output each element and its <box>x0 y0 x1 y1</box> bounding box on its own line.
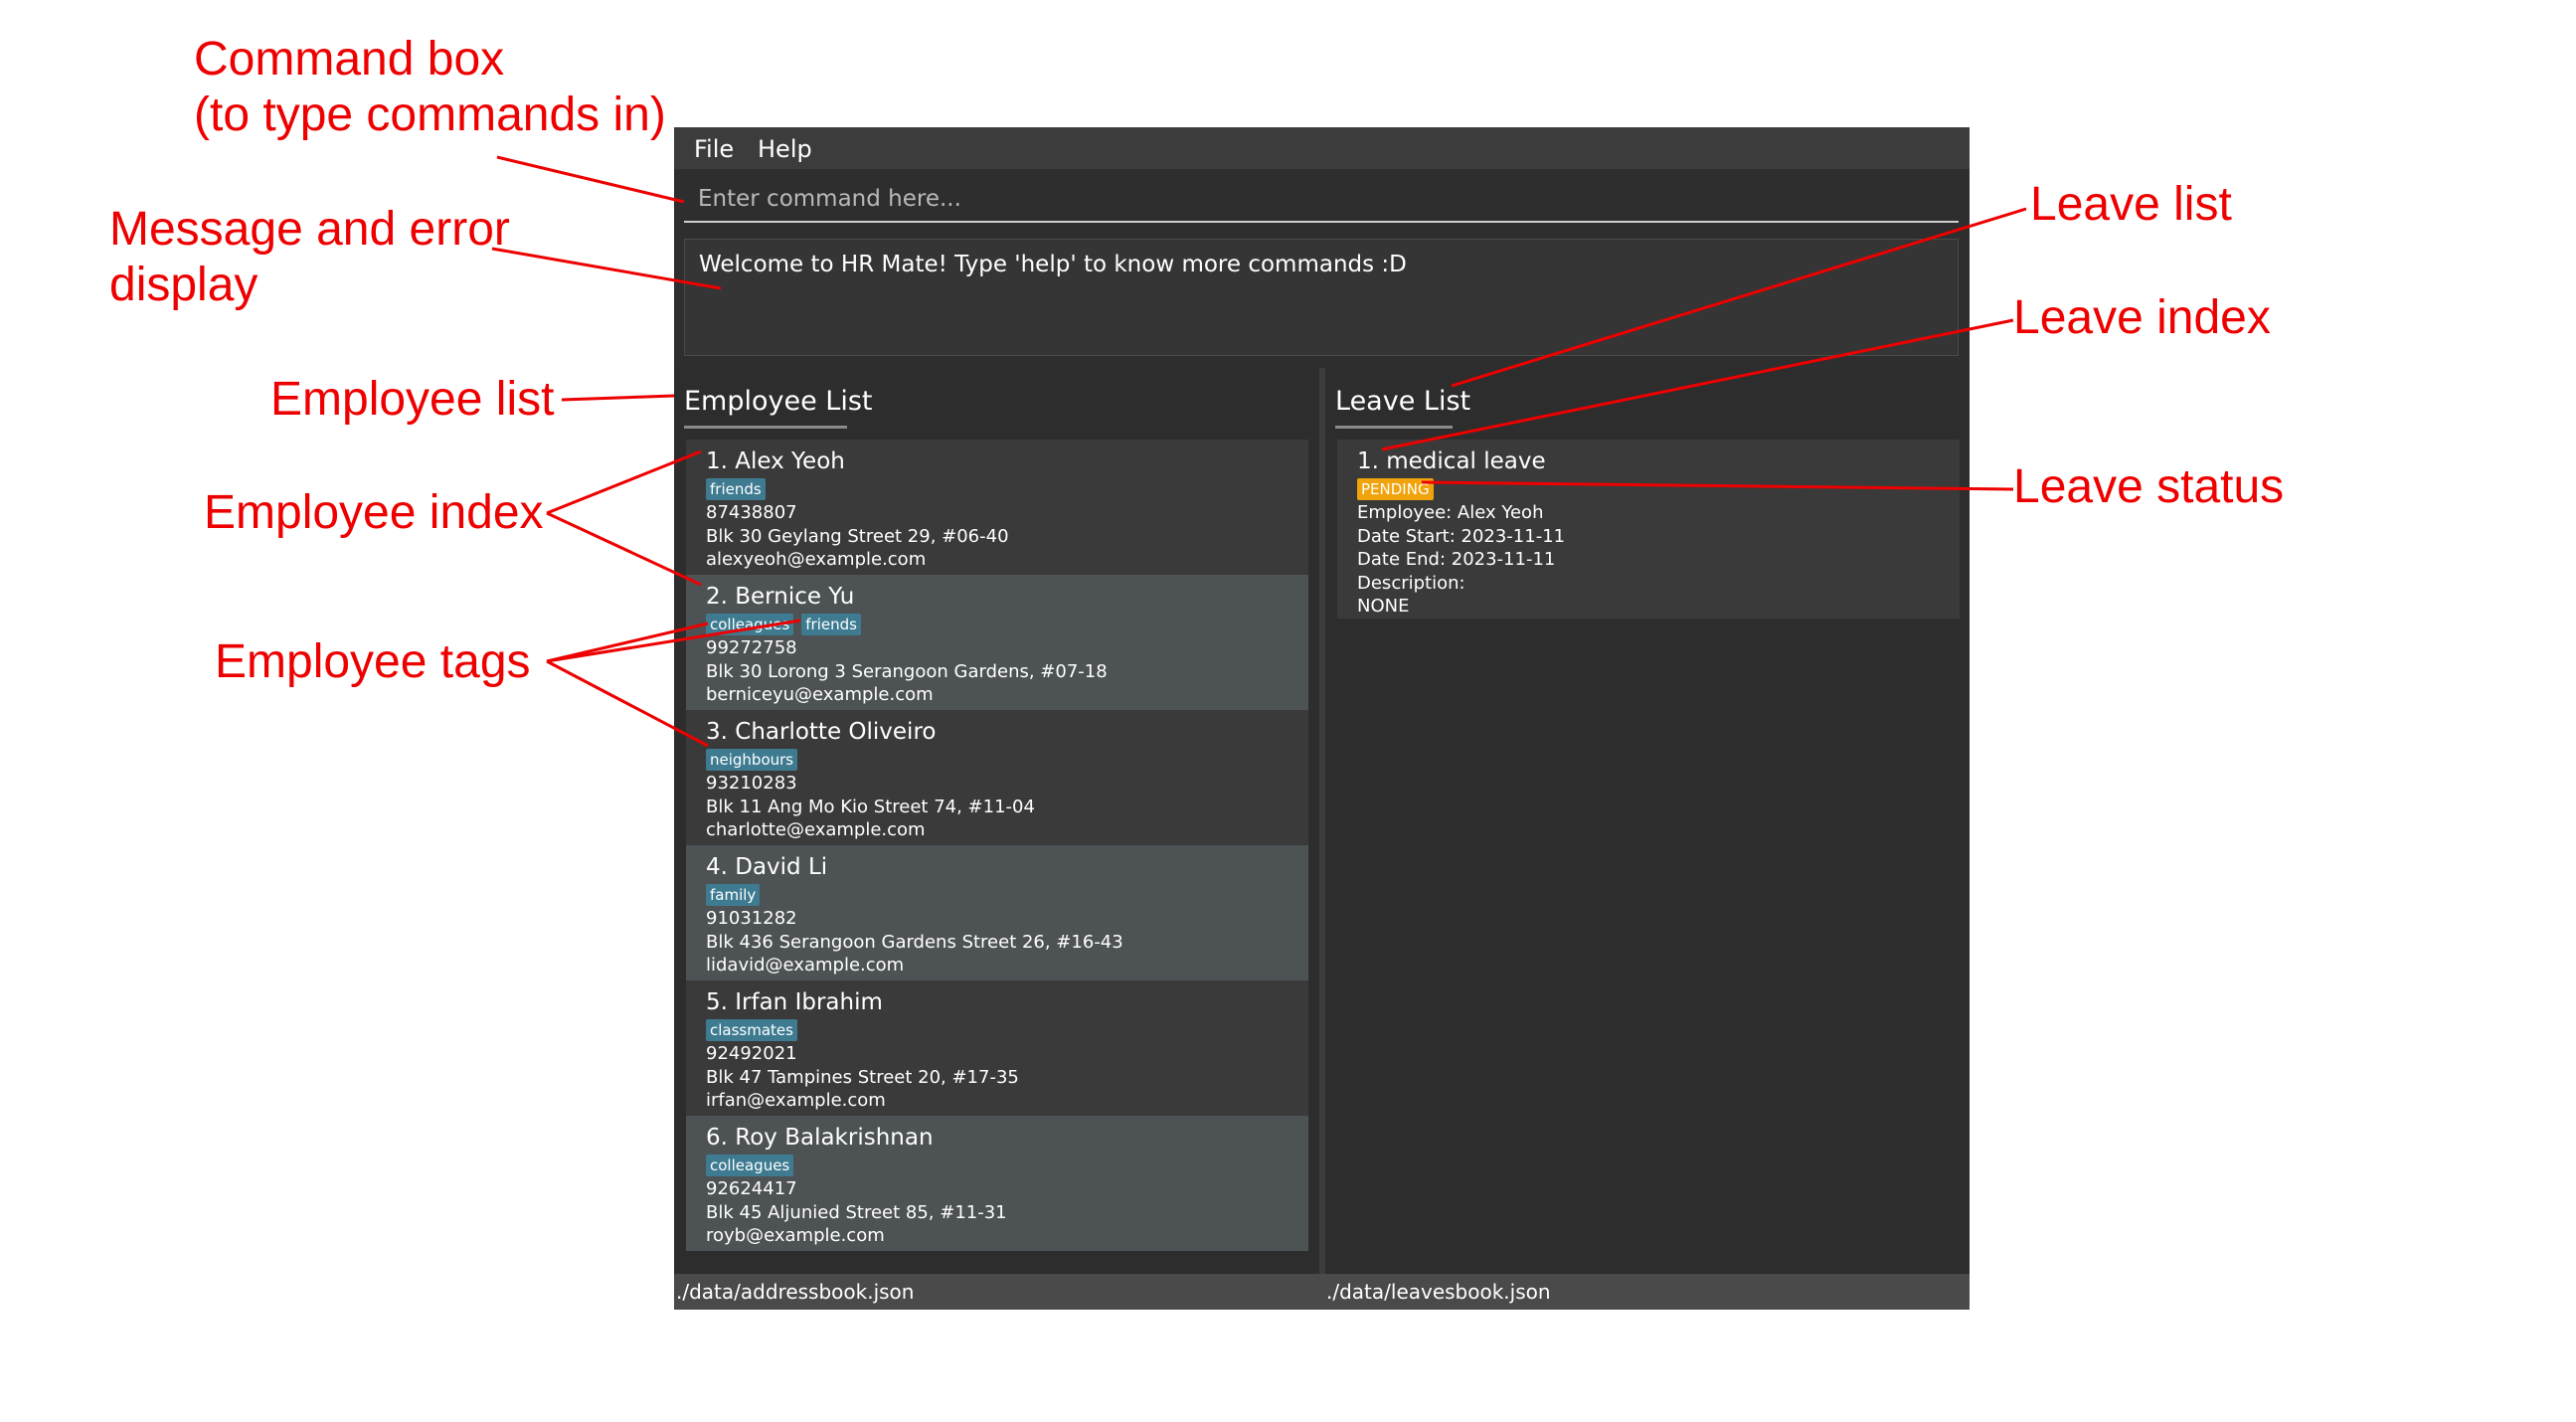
employee-title: 3. Charlotte Oliveiro <box>706 719 937 745</box>
leave-list-title-underline <box>1335 426 1453 429</box>
annotation-command-box-line2: (to type commands in) <box>194 89 666 141</box>
employee-email: irfan@example.com <box>706 1090 886 1111</box>
employee-phone: 91031282 <box>706 908 797 929</box>
status-bar: ./data/addressbook.json ./data/leavesboo… <box>674 1274 1970 1310</box>
employee-list-title-underline <box>684 426 847 429</box>
pointer-command-box <box>496 155 685 204</box>
leave-card[interactable]: 1. medical leave PENDING Employee: Alex … <box>1337 440 1960 619</box>
menu-bar: File Help <box>674 127 1970 169</box>
employee-phone: 92624417 <box>706 1178 797 1199</box>
employee-tag: friends <box>706 478 766 500</box>
employee-title: 4. David Li <box>706 854 828 880</box>
annotation-message-line2: display <box>109 259 258 311</box>
annotation-message-line1: Message and error <box>109 203 510 256</box>
employee-tag: family <box>706 884 761 906</box>
employee-title: 1. Alex Yeoh <box>706 448 845 474</box>
menu-help[interactable]: Help <box>758 131 812 167</box>
employee-title: 2. Bernice Yu <box>706 584 855 610</box>
leave-title: 1. medical leave <box>1357 448 1546 474</box>
status-leavesbook-path: ./data/leavesbook.json <box>1326 1280 1551 1304</box>
employee-tags: family <box>706 883 1288 907</box>
employee-address: Blk 436 Serangoon Gardens Street 26, #16… <box>706 931 1123 953</box>
employee-tags: classmates <box>706 1018 1288 1042</box>
leave-description: NONE <box>1357 596 1410 617</box>
leave-date-start: Date Start: 2023-11-11 <box>1357 525 1566 547</box>
employee-phone: 92492021 <box>706 1043 797 1064</box>
annotation-employee-index: Employee index <box>204 486 544 539</box>
employee-phone: 93210283 <box>706 773 797 794</box>
employee-tag: neighbours <box>706 749 798 771</box>
employee-address: Blk 11 Ang Mo Kio Street 74, #11-04 <box>706 796 1035 817</box>
leave-date-end: Date End: 2023-11-11 <box>1357 549 1556 570</box>
employee-tag: classmates <box>706 1019 797 1041</box>
employee-card[interactable]: 3. Charlotte Oliveiro neighbours 9321028… <box>686 710 1308 845</box>
annotation-command-box: Command box (to type commands in) <box>194 32 666 143</box>
employee-email: royb@example.com <box>706 1225 885 1246</box>
employee-title: 5. Irfan Ibrahim <box>706 989 883 1015</box>
employee-title: 6. Roy Balakrishnan <box>706 1125 934 1151</box>
employee-address: Blk 45 Aljunied Street 85, #11-31 <box>706 1201 1007 1223</box>
leave-list-title: Leave List <box>1335 386 1471 417</box>
employee-email: alexyeoh@example.com <box>706 549 927 570</box>
employee-card[interactable]: 2. Bernice Yu colleagues friends 9927275… <box>686 575 1308 710</box>
employee-list-panel: Employee List 1. Alex Yeoh friends 87438… <box>674 368 1319 1274</box>
leave-status-row: PENDING <box>1357 477 1940 501</box>
employee-tags: colleagues friends <box>706 613 1288 636</box>
status-addressbook-path: ./data/addressbook.json <box>676 1280 915 1304</box>
app-window: File Help Welcome to HR Mate! Type 'help… <box>674 127 1970 1310</box>
employee-address: Blk 30 Lorong 3 Serangoon Gardens, #07-1… <box>706 660 1108 682</box>
annotation-leave-list: Leave list <box>2030 178 2232 231</box>
annotation-leave-index: Leave index <box>2013 291 2271 344</box>
annotation-leave-status: Leave status <box>2013 460 2285 513</box>
employee-email: charlotte@example.com <box>706 819 926 840</box>
result-display: Welcome to HR Mate! Type 'help' to know … <box>684 239 1959 356</box>
menu-file[interactable]: File <box>694 131 734 167</box>
employee-card[interactable]: 6. Roy Balakrishnan colleagues 92624417 … <box>686 1116 1308 1251</box>
employee-tag: friends <box>801 614 861 635</box>
annotation-message-display: Message and error display <box>109 202 510 313</box>
leave-description-label: Description: <box>1357 572 1465 594</box>
employee-tags: friends <box>706 477 1288 501</box>
employee-tags: neighbours <box>706 748 1288 772</box>
employee-phone: 87438807 <box>706 502 797 523</box>
annotation-command-box-line1: Command box <box>194 33 505 86</box>
leave-status-badge: PENDING <box>1357 478 1434 500</box>
employee-card[interactable]: 1. Alex Yeoh friends 87438807 Blk 30 Gey… <box>686 440 1308 575</box>
employee-card[interactable]: 4. David Li family 91031282 Blk 436 Sera… <box>686 845 1308 980</box>
employee-email: lidavid@example.com <box>706 955 905 976</box>
leave-list-panel: Leave List 1. medical leave PENDING Empl… <box>1325 368 1970 1274</box>
command-input[interactable] <box>684 177 1959 223</box>
leave-employee: Employee: Alex Yeoh <box>1357 502 1544 523</box>
employee-address: Blk 30 Geylang Street 29, #06-40 <box>706 525 1009 547</box>
command-area: Welcome to HR Mate! Type 'help' to know … <box>674 169 1970 368</box>
annotation-employee-list: Employee list <box>270 373 555 426</box>
employee-phone: 99272758 <box>706 637 797 658</box>
pointer-employee-list <box>561 394 675 402</box>
employee-card[interactable]: 5. Irfan Ibrahim classmates 92492021 Blk… <box>686 980 1308 1116</box>
employee-tag: colleagues <box>706 1155 794 1176</box>
annotation-employee-tags: Employee tags <box>215 635 531 688</box>
employee-tags: colleagues <box>706 1154 1288 1177</box>
employee-address: Blk 47 Tampines Street 20, #17-35 <box>706 1066 1019 1088</box>
employee-tag: colleagues <box>706 614 794 635</box>
employee-list-title: Employee List <box>684 386 873 417</box>
employee-email: berniceyu@example.com <box>706 684 934 705</box>
